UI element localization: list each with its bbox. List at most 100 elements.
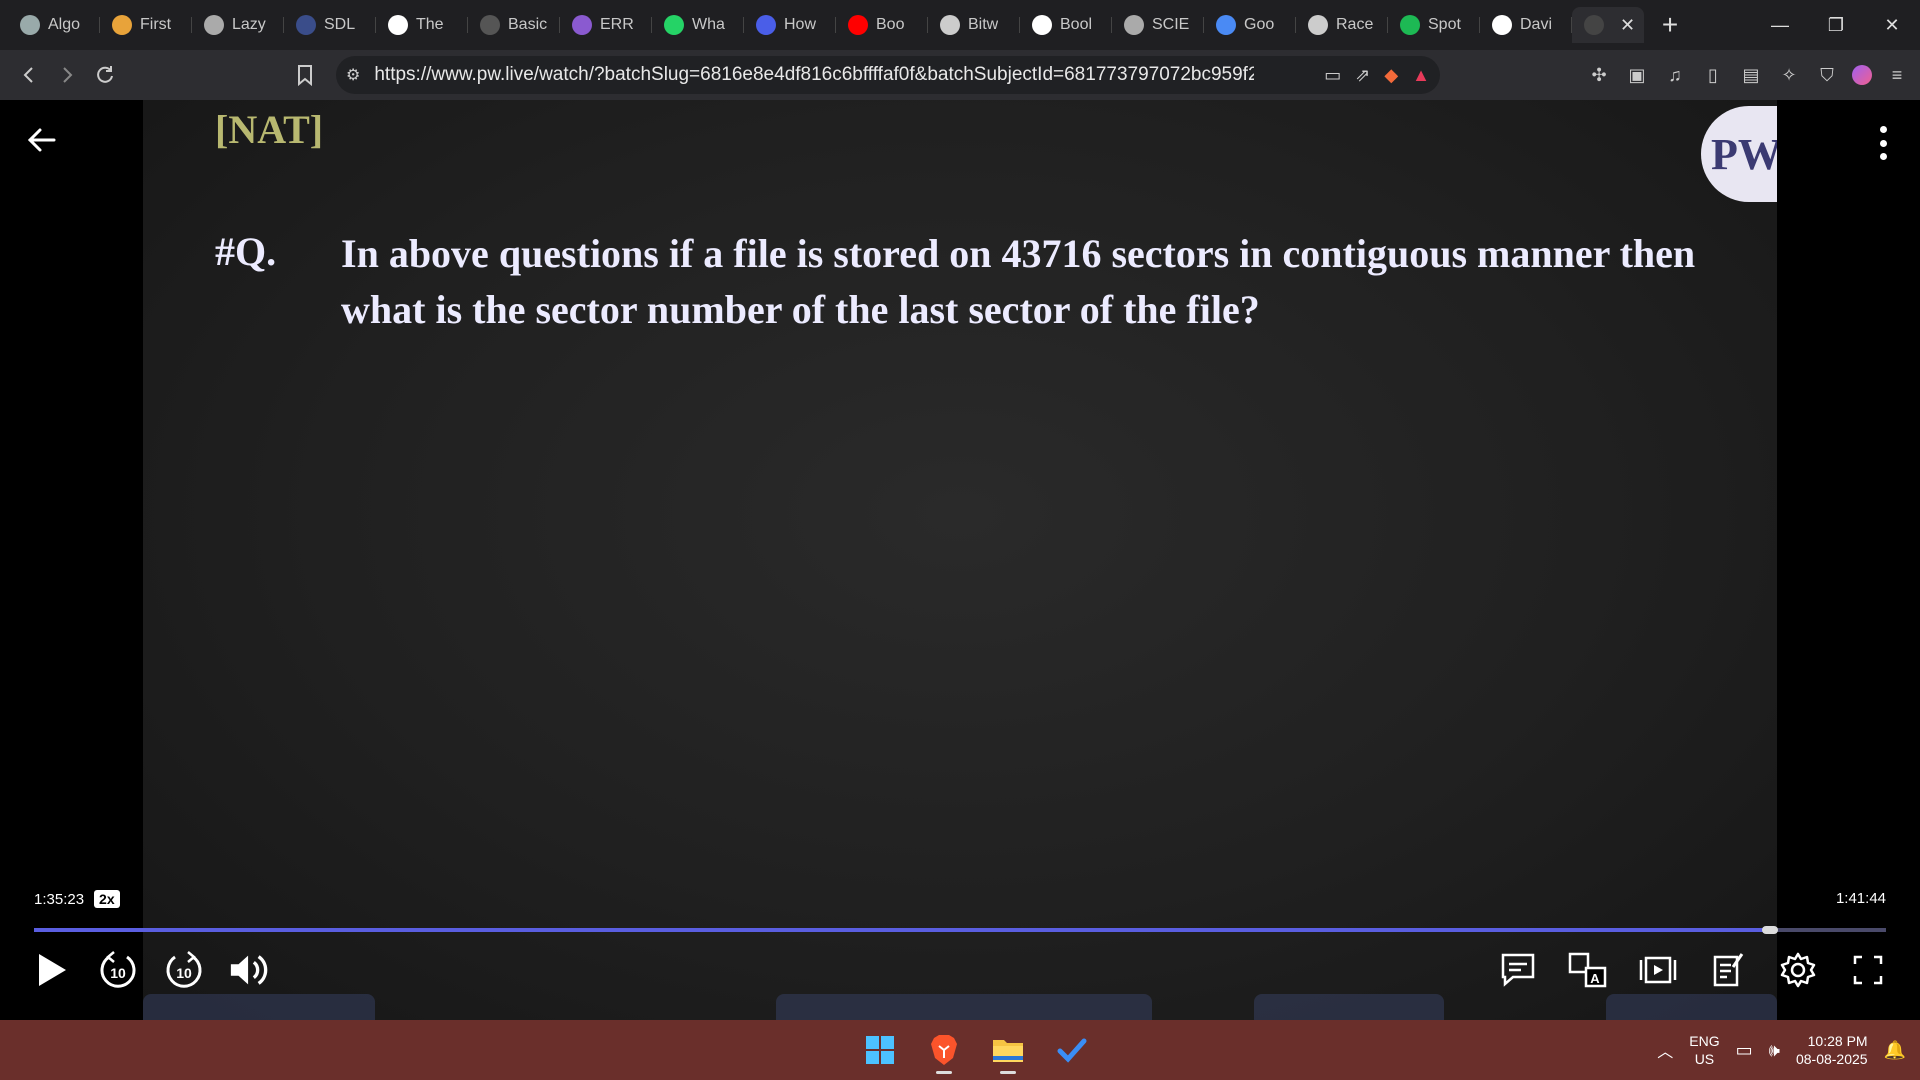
back-arrow-icon[interactable] [24,122,60,158]
show-hidden-icons[interactable]: ︿ [1657,1038,1673,1062]
translate-button[interactable]: A [1566,948,1610,992]
whiteboard-toolbar-ghost [1606,994,1777,1020]
brave-shield-icon[interactable]: ◆ [1384,65,1398,86]
forward-10-icon: 10 [166,951,202,988]
media-icon[interactable]: ♫ [1662,62,1688,88]
taskbar-brave[interactable] [922,1028,966,1074]
tab-10[interactable]: Bitw [928,7,1020,43]
tab-6[interactable]: ERR [560,7,652,43]
bookmark-blue-icon [756,15,776,35]
whiteboard-toolbar-ghost [776,994,1152,1020]
tab-2[interactable]: Lazy [192,7,284,43]
tab-9[interactable]: Boo [836,7,928,43]
tab-label: Wha [692,16,725,33]
tab-12[interactable]: SCIE [1112,7,1204,43]
taskbar-file-explorer[interactable] [986,1028,1030,1074]
tab-label: Spot [1428,16,1461,33]
network-icon[interactable]: ▭ [1736,1040,1753,1061]
globe-icon [1124,15,1144,35]
share-icon[interactable]: ⇗ [1355,65,1370,86]
play-icon [39,954,66,986]
question-number: #Q. [215,229,277,274]
chat-button[interactable] [1496,948,1540,992]
profile-avatar[interactable] [1852,65,1872,85]
reload-button[interactable] [86,56,124,94]
tab-14[interactable]: Race [1296,7,1388,43]
tab-3[interactable]: SDL [284,7,376,43]
menu-icon[interactable]: ≡ [1884,62,1910,88]
reload-icon [97,66,113,83]
start-button[interactable] [858,1028,902,1072]
stack-icon [112,15,132,35]
tab-5[interactable]: Basic [468,7,560,43]
tab-0[interactable]: Algo [8,7,100,43]
clock[interactable]: 10:28 PM 08-08-2025 [1796,1032,1868,1068]
tab-active[interactable]: I ✕ [1572,7,1644,43]
pw-icon [1584,15,1604,35]
tab-4[interactable]: The [376,7,468,43]
chevron-right-icon [63,67,73,83]
close-tab-icon[interactable]: ✕ [1620,15,1635,36]
tab-11[interactable]: Bool [1020,7,1112,43]
notes-button[interactable] [1706,948,1750,992]
chevron-left-icon [23,67,33,83]
video-frame: [NAT] #Q. In above questions if a file i… [143,100,1777,1020]
bitwise-icon [940,15,960,35]
speaker-icon[interactable]: 🕪 [1769,1040,1780,1061]
extensions-icon[interactable]: ✣ [1586,62,1612,88]
site-settings-icon[interactable]: ⚙ [346,65,360,85]
tab-label: Algo [48,16,81,33]
pw-logo: PW [1701,106,1777,202]
notification-bell-icon[interactable]: 🔔 [1884,1040,1906,1061]
forward-button[interactable] [48,56,86,94]
volume-button[interactable] [228,948,272,992]
brain-icon [572,15,592,35]
language-indicator[interactable]: ENG US [1689,1032,1719,1068]
globe-icon [204,15,224,35]
minimize-button[interactable]: — [1752,0,1808,50]
clock-date: 08-08-2025 [1795,1051,1868,1067]
tab-1[interactable]: First [100,7,192,43]
question-text: In above questions if a file is stored o… [341,231,1696,332]
tab-list: Algo First Lazy SDL The Basic ERR Wha How Boo Bitw… [0,0,1572,50]
seek-bar[interactable] [34,926,1886,934]
close-window-button[interactable]: ✕ [1864,0,1920,50]
tab-15[interactable]: Spot [1388,7,1480,43]
picture-in-picture-button[interactable] [1636,948,1680,992]
bookmark-button[interactable] [286,56,324,94]
tab-8[interactable]: How [744,7,836,43]
forward-seconds: 10 [176,965,192,981]
sdl-icon [296,15,316,35]
address-bar[interactable]: ⚙ https://www.pw.live/watch/?batchSlug=6… [336,56,1440,94]
more-options-icon[interactable] [1878,126,1888,160]
seek-bar-thumb[interactable] [1762,926,1779,934]
fullscreen-button[interactable] [1846,948,1890,992]
settings-button[interactable] [1776,948,1820,992]
forward-10-button[interactable]: 10 [162,948,206,992]
tab-7[interactable]: Wha [652,7,744,43]
taskbar-todo[interactable] [1050,1028,1094,1072]
volume-icon [230,955,268,985]
vpn-icon[interactable]: ⛉ [1814,62,1840,88]
new-tab-button[interactable]: + [1650,9,1690,41]
system-tray: ︿ ENG US ▭ 🕪 10:28 PM 08-08-2025 🔔 [1657,1020,1906,1080]
back-button[interactable] [10,56,48,94]
tab-13[interactable]: Goo [1204,7,1296,43]
tab-16[interactable]: Davi [1480,7,1572,43]
sidebar-icon[interactable]: ▯ [1700,62,1726,88]
rewind-10-button[interactable]: 10 [96,948,140,992]
wallet-icon[interactable]: ▤ [1738,62,1764,88]
tab-label: How [784,16,817,33]
seek-bar-played [34,928,1771,932]
restore-button[interactable]: ❐ [1808,0,1864,50]
brave-rewards-icon[interactable]: ▲ [1412,65,1430,86]
cast-icon[interactable]: ▭ [1324,65,1341,86]
lang-code: ENG [1689,1033,1720,1049]
leo-ai-icon[interactable]: ✧ [1776,62,1802,88]
play-button[interactable] [30,948,74,992]
browser-tab-strip: Algo First Lazy SDL The Basic ERR Wha How Boo Bitw… [0,0,1920,50]
reader-mode-icon[interactable]: ▣ [1624,62,1650,88]
checkmark-icon [1057,1038,1087,1063]
playback-speed-badge[interactable]: 2x [94,890,120,908]
video-player[interactable]: [NAT] #Q. In above questions if a file i… [0,100,1920,1020]
